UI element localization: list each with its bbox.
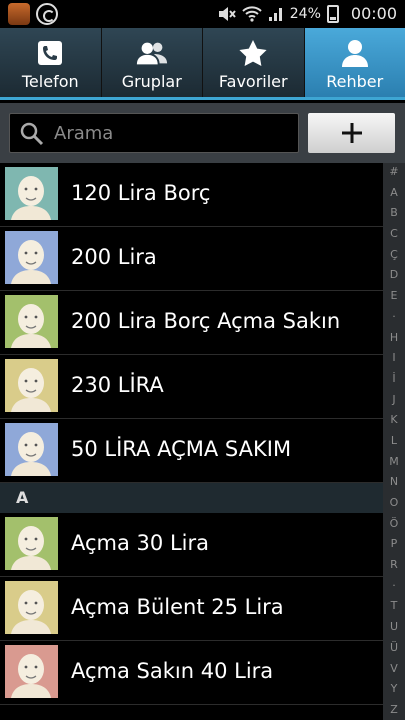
signal-icon bbox=[268, 7, 282, 21]
index-letter[interactable]: · bbox=[392, 579, 396, 592]
contact-name: Açma Bülent 25 Lira bbox=[71, 595, 284, 619]
battery-percent: 24% bbox=[289, 5, 321, 22]
index-letter[interactable]: # bbox=[389, 165, 398, 178]
index-letter[interactable]: D bbox=[390, 268, 398, 281]
avatar-icon bbox=[5, 359, 58, 412]
index-letter[interactable]: P bbox=[391, 537, 398, 550]
person-icon bbox=[338, 38, 372, 68]
index-letter[interactable]: O bbox=[390, 496, 399, 509]
index-letter[interactable]: N bbox=[390, 475, 398, 488]
contact-list[interactable]: 120 Lira Borç 200 Lira 200 Lira Borç Açm… bbox=[0, 163, 383, 720]
phone-icon bbox=[33, 38, 67, 68]
index-letter[interactable]: M bbox=[389, 455, 399, 468]
tab-bar: Telefon Gruplar Favoriler Rehber bbox=[0, 28, 405, 100]
search-icon bbox=[20, 122, 44, 146]
index-letter[interactable]: İ bbox=[392, 372, 395, 385]
tab-rehber[interactable]: Rehber bbox=[304, 28, 405, 97]
clock: 00:00 bbox=[350, 4, 397, 23]
contact-row[interactable]: Açma 30 Lira bbox=[0, 513, 383, 577]
avatar-icon bbox=[5, 167, 58, 220]
wifi-icon bbox=[242, 5, 262, 22]
index-letter[interactable]: Ü bbox=[390, 641, 398, 654]
tab-telefon[interactable]: Telefon bbox=[0, 28, 102, 97]
contact-row[interactable]: 50 LİRA AÇMA SAKIM bbox=[0, 419, 383, 483]
add-contact-button[interactable] bbox=[308, 113, 395, 153]
index-letter[interactable]: Ç bbox=[390, 248, 398, 261]
avatar-icon bbox=[5, 231, 58, 284]
contact-row[interactable]: Açma Sakın 40 Lira bbox=[0, 641, 383, 705]
plus-icon bbox=[341, 123, 362, 143]
avatar-icon bbox=[5, 517, 58, 570]
contact-row[interactable]: Açma Bülent 25 Lira bbox=[0, 577, 383, 641]
avatar-icon bbox=[5, 581, 58, 634]
tab-label: Favoriler bbox=[218, 72, 288, 91]
search-input[interactable] bbox=[54, 114, 284, 152]
status-bar: 24% 00:00 bbox=[0, 0, 405, 28]
tab-label: Telefon bbox=[21, 72, 79, 91]
index-letter[interactable]: R bbox=[390, 558, 398, 571]
contact-name: Açma 30 Lira bbox=[71, 531, 209, 555]
index-letter[interactable]: B bbox=[390, 206, 398, 219]
index-letter[interactable]: I bbox=[392, 351, 395, 364]
contact-name: 120 Lira Borç bbox=[71, 181, 211, 205]
index-letter[interactable]: L bbox=[391, 434, 397, 447]
avatar-icon bbox=[5, 423, 58, 476]
contact-name: 230 LİRA bbox=[71, 373, 164, 397]
alphabet-index-bar[interactable]: # A B C Ç D E · H I İ J K L M N O Ö P R · T U Ü V Y Z bbox=[383, 163, 405, 720]
contact-row[interactable]: 230 LİRA bbox=[0, 355, 383, 419]
avatar-icon bbox=[5, 645, 58, 698]
index-letter[interactable]: · bbox=[392, 310, 396, 323]
tab-favoriler[interactable]: Favoriler bbox=[203, 28, 305, 97]
index-letter[interactable]: A bbox=[390, 186, 398, 199]
index-letter[interactable]: H bbox=[390, 331, 398, 344]
contact-name: 200 Lira bbox=[71, 245, 157, 269]
contact-name: Açma Sakın 40 Lira bbox=[71, 659, 274, 683]
tab-gruplar[interactable]: Gruplar bbox=[101, 28, 203, 97]
tab-label: Gruplar bbox=[121, 72, 182, 91]
battery-icon bbox=[326, 4, 339, 23]
index-letter[interactable]: J bbox=[392, 393, 395, 406]
index-letter[interactable]: Y bbox=[391, 682, 398, 695]
contact-row[interactable]: 120 Lira Borç bbox=[0, 163, 383, 227]
star-icon bbox=[236, 38, 270, 68]
contact-name: 50 LİRA AÇMA SAKIM bbox=[71, 437, 292, 461]
whatsapp-icon bbox=[36, 3, 58, 25]
index-letter[interactable]: Ö bbox=[390, 517, 399, 530]
avatar-icon bbox=[5, 295, 58, 348]
search-box bbox=[9, 113, 299, 153]
section-header-a: A bbox=[0, 483, 383, 513]
group-icon bbox=[135, 38, 169, 68]
contact-name: 200 Lira Borç Açma Sakın bbox=[71, 309, 341, 333]
index-letter[interactable]: Z bbox=[390, 703, 398, 716]
mute-icon bbox=[218, 6, 236, 21]
index-letter[interactable]: K bbox=[390, 413, 397, 426]
index-letter[interactable]: T bbox=[391, 599, 398, 612]
index-letter[interactable]: V bbox=[390, 662, 398, 675]
tab-label: Rehber bbox=[326, 72, 384, 91]
index-letter[interactable]: E bbox=[391, 289, 398, 302]
notification-app-icon bbox=[8, 3, 30, 25]
contact-row[interactable]: 200 Lira bbox=[0, 227, 383, 291]
index-letter[interactable]: U bbox=[390, 620, 398, 633]
contact-row[interactable]: 200 Lira Borç Açma Sakın bbox=[0, 291, 383, 355]
index-letter[interactable]: C bbox=[390, 227, 398, 240]
search-bar bbox=[0, 103, 405, 163]
